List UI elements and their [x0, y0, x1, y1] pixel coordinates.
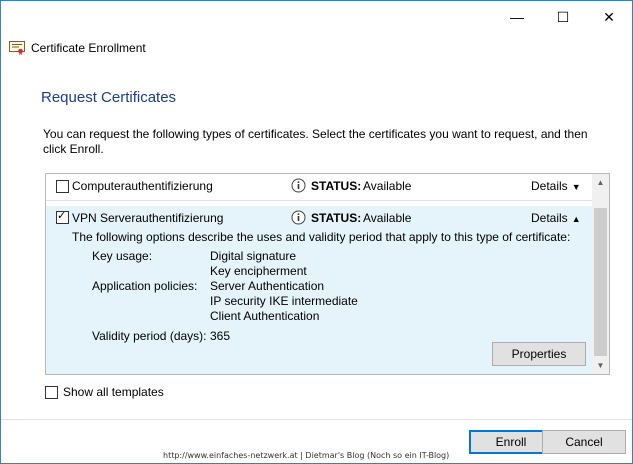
- close-button[interactable]: ✕: [586, 1, 632, 33]
- details-toggle[interactable]: Details ▲: [531, 211, 581, 225]
- details-toggle[interactable]: Details ▼: [531, 179, 581, 193]
- app-policy-value: Client Authentication: [210, 309, 320, 323]
- info-icon: [291, 178, 306, 193]
- intro-text: You can request the following types of c…: [43, 127, 588, 156]
- row-divider: [46, 200, 592, 201]
- vertical-scrollbar[interactable]: ▲ ▼: [592, 174, 609, 374]
- key-usage-label: Key usage:: [92, 249, 153, 263]
- details-label: Details: [531, 179, 568, 193]
- certificate-row-selected[interactable]: VPN Serverauthentifizierung STATUS: Avai…: [46, 206, 592, 374]
- status-label: STATUS:: [311, 211, 362, 225]
- certificate-enrollment-window: — ☐ ✕ Certificate Enrollment Request Cer…: [0, 0, 633, 464]
- show-all-templates-label: Show all templates: [63, 385, 164, 399]
- properties-button[interactable]: Properties: [492, 342, 586, 366]
- certificate-name: VPN Serverauthentifizierung: [72, 211, 224, 225]
- enroll-button[interactable]: Enroll: [469, 430, 553, 454]
- scrollbar-thumb[interactable]: [594, 208, 607, 356]
- footer-divider: [1, 419, 632, 420]
- scroll-down-icon[interactable]: ▼: [592, 357, 609, 374]
- show-all-templates-checkbox[interactable]: [45, 385, 58, 399]
- certificate-row[interactable]: Computerauthentifizierung STATUS: Availa…: [46, 174, 592, 196]
- info-icon: [291, 210, 306, 225]
- key-usage-value: Key encipherment: [210, 264, 307, 278]
- app-policies-label: Application policies:: [92, 279, 198, 293]
- details-label: Details: [531, 211, 568, 225]
- certificate-list: Computerauthentifizierung STATUS: Availa…: [45, 173, 610, 375]
- app-policy-value: IP security IKE intermediate: [210, 294, 358, 308]
- app-title: Certificate Enrollment: [31, 41, 146, 55]
- certificate-description: The following options describe the uses …: [72, 230, 571, 244]
- watermark-text: http://www.einfaches-netzwerk.at | Dietm…: [163, 451, 450, 460]
- certificate-checkbox[interactable]: [56, 180, 69, 193]
- cancel-button[interactable]: Cancel: [542, 430, 626, 454]
- validity-label: Validity period (days):: [92, 329, 207, 343]
- key-usage-value: Digital signature: [210, 249, 297, 263]
- minimize-button[interactable]: —: [494, 1, 540, 33]
- certificate-icon: [9, 41, 25, 55]
- chevron-down-icon: ▼: [571, 182, 581, 192]
- app-policy-value: Server Authentication: [210, 279, 325, 293]
- page-title: Request Certificates: [41, 89, 177, 106]
- status-label: STATUS:: [311, 179, 362, 193]
- maximize-button[interactable]: ☐: [540, 1, 586, 33]
- validity-value: 365: [210, 329, 231, 343]
- title-bar: — ☐ ✕: [1, 1, 632, 33]
- app-header: Certificate Enrollment: [9, 39, 146, 57]
- scroll-up-icon[interactable]: ▲: [592, 174, 609, 191]
- chevron-up-icon: ▲: [571, 214, 581, 224]
- status-value: Available: [363, 211, 412, 225]
- certificate-checkbox-checked[interactable]: [56, 209, 69, 224]
- status-value: Available: [363, 179, 412, 193]
- show-all-templates[interactable]: Show all templates: [45, 384, 164, 400]
- certificate-name: Computerauthentifizierung: [72, 179, 213, 193]
